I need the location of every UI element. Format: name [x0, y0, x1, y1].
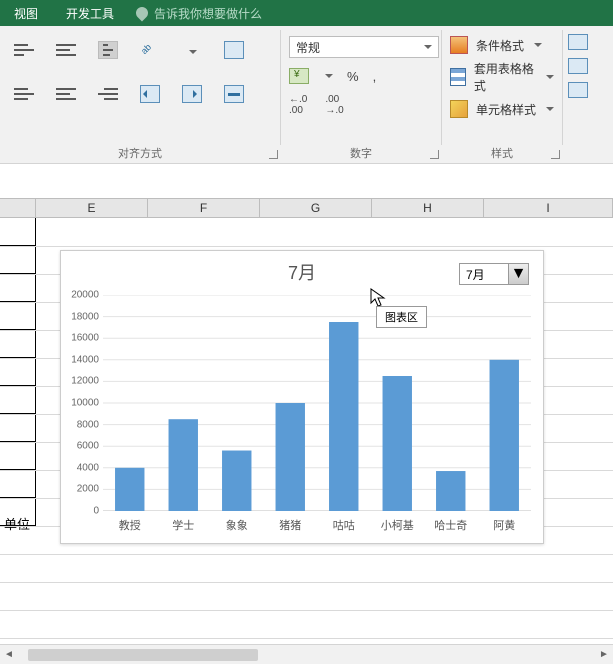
- scroll-left-button[interactable]: ◄: [0, 646, 18, 664]
- format-as-table-label: 套用表格格式: [474, 60, 536, 94]
- align-left-icon[interactable]: [14, 85, 34, 103]
- currency-dropdown[interactable]: [325, 74, 333, 78]
- wrap-text-icon[interactable]: [224, 41, 244, 59]
- align-middle-icon[interactable]: [56, 41, 76, 59]
- cell-styles-label: 单元格样式: [476, 101, 536, 118]
- month-dropdown-value: 7月: [460, 264, 508, 284]
- x-category-label: 象象: [226, 517, 248, 533]
- decrease-indent-icon[interactable]: [140, 85, 160, 103]
- group-label-styles: 样式: [450, 141, 554, 163]
- unit-cell: 单位: [4, 514, 30, 533]
- column-header[interactable]: G: [260, 199, 372, 217]
- number-format-dropdown[interactable]: 常规: [289, 36, 439, 58]
- tab-view[interactable]: 视图: [0, 0, 52, 26]
- lightbulb-icon: [134, 5, 151, 22]
- insert-cells-icon[interactable]: [568, 34, 588, 50]
- tell-me-label: 告诉我你想要做什么: [154, 5, 262, 22]
- cell-styles-icon: [450, 100, 468, 118]
- chart-bar[interactable]: [115, 468, 144, 511]
- x-category-label: 猪猪: [279, 517, 301, 533]
- tell-me-search[interactable]: 告诉我你想要做什么: [136, 5, 262, 22]
- x-category-label: 哈士奇: [434, 517, 467, 533]
- align-bottom-icon[interactable]: [98, 41, 118, 59]
- column-header[interactable]: [0, 199, 36, 217]
- percent-button[interactable]: %: [347, 69, 359, 84]
- dropdown-button[interactable]: ▼: [508, 264, 528, 284]
- chart-bar[interactable]: [276, 403, 305, 511]
- currency-icon[interactable]: [289, 68, 309, 84]
- merge-center-icon[interactable]: [224, 85, 244, 103]
- align-top-icon[interactable]: [14, 41, 34, 59]
- orientation-icon[interactable]: [141, 41, 159, 59]
- chart-bar[interactable]: [436, 471, 465, 511]
- increase-decimal-button[interactable]: ←.0.00: [289, 94, 307, 116]
- group-label-alignment: 对齐方式: [8, 141, 272, 163]
- orientation-dropdown[interactable]: [187, 41, 197, 59]
- x-category-label: 小柯基: [381, 517, 414, 533]
- tab-developer[interactable]: 开发工具: [52, 0, 128, 26]
- scroll-thumb[interactable]: [28, 649, 258, 661]
- comma-button[interactable]: ,: [373, 69, 377, 84]
- align-right-icon[interactable]: [98, 85, 118, 103]
- x-category-label: 咕咕: [333, 517, 355, 533]
- column-header[interactable]: E: [36, 199, 148, 217]
- x-category-label: 阿黄: [493, 517, 515, 533]
- column-header[interactable]: H: [372, 199, 484, 217]
- chart-bar[interactable]: [329, 322, 358, 511]
- chevron-down-icon: [424, 45, 432, 49]
- chart-bar[interactable]: [490, 360, 519, 511]
- month-dropdown[interactable]: 7月 ▼: [459, 263, 529, 285]
- delete-cells-icon[interactable]: [568, 58, 588, 74]
- format-as-table-icon: [450, 68, 466, 86]
- chart-tooltip: 图表区: [376, 306, 427, 328]
- format-cells-icon[interactable]: [568, 82, 588, 98]
- chart-bar[interactable]: [222, 451, 251, 511]
- decrease-decimal-button[interactable]: .00→.0: [325, 94, 343, 116]
- column-header[interactable]: F: [148, 199, 260, 217]
- conditional-formatting-label: 条件格式: [476, 37, 524, 54]
- conditional-formatting-icon: [450, 36, 468, 54]
- chart-bar[interactable]: [383, 376, 412, 511]
- chart-plot[interactable]: [103, 295, 531, 511]
- x-category-label: 教授: [119, 517, 141, 533]
- increase-indent-icon[interactable]: [182, 85, 202, 103]
- cell-styles-button[interactable]: 单元格样式: [450, 100, 554, 118]
- conditional-formatting-button[interactable]: 条件格式: [450, 36, 554, 54]
- chart-area[interactable]: 7月 7月 ▼ 02000400060008000100001200014000…: [60, 250, 544, 544]
- x-category-label: 学士: [172, 517, 194, 533]
- align-center-icon[interactable]: [56, 85, 76, 103]
- format-as-table-button[interactable]: 套用表格格式: [450, 60, 554, 94]
- horizontal-scrollbar[interactable]: ◄ ►: [0, 644, 613, 664]
- scroll-right-button[interactable]: ►: [595, 646, 613, 664]
- chart-bar[interactable]: [169, 419, 198, 511]
- column-header[interactable]: I: [484, 199, 613, 217]
- group-label-number: 数字: [289, 141, 433, 163]
- number-format-value: 常规: [296, 39, 320, 56]
